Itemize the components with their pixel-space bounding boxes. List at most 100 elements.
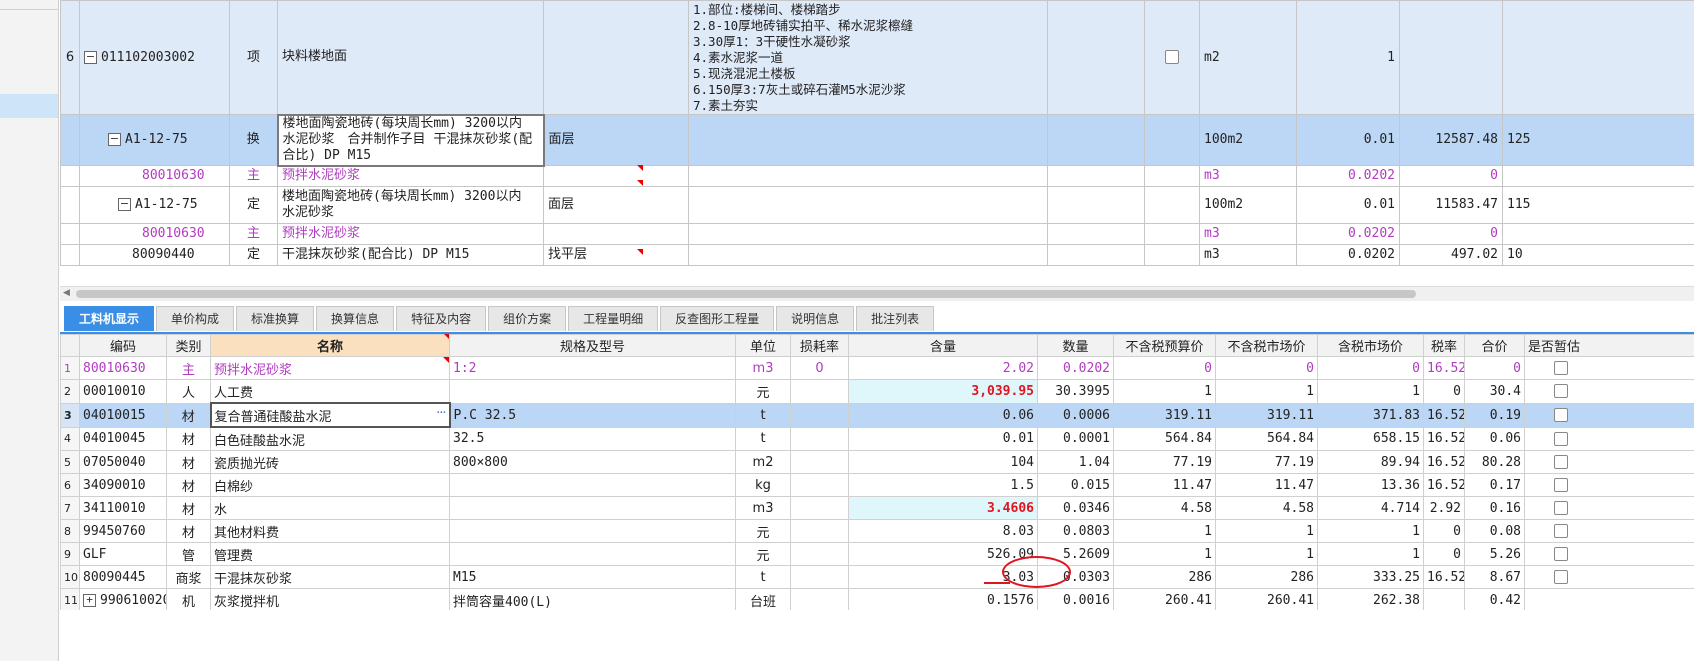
category-cell[interactable]: 机 xyxy=(166,588,211,610)
header-code[interactable]: 编码 xyxy=(79,334,167,357)
name-cell[interactable]: 白色硅酸盐水泥 xyxy=(210,426,450,451)
provisional-checkbox[interactable] xyxy=(1554,408,1568,422)
code-cell[interactable]: +990610020 xyxy=(79,588,167,610)
content-cell[interactable]: 3.4606 xyxy=(848,496,1038,520)
header-loss-rate[interactable]: 损耗率 xyxy=(790,334,849,357)
spec-cell[interactable] xyxy=(449,519,736,543)
checkbox[interactable] xyxy=(1165,50,1179,64)
spec-cell[interactable] xyxy=(449,542,736,566)
item-features[interactable] xyxy=(688,114,1048,166)
bill-row-6[interactable]: 6 −011102003002 项 块料楼地面 1.部位:楼梯间、楼梯踏步 2.… xyxy=(60,0,1694,115)
loss-rate-cell[interactable] xyxy=(790,426,849,451)
provisional-cell[interactable] xyxy=(1524,473,1694,497)
resource-row[interactable]: 10 80090445 商浆 干混抹灰砂浆 M15 t 3.03 0.0303 286 286 33… xyxy=(60,565,1694,589)
loss-rate-cell[interactable] xyxy=(790,542,849,566)
provisional-cell[interactable] xyxy=(1524,426,1694,451)
provisional-cell[interactable] xyxy=(1524,379,1694,404)
name-cell[interactable]: 其他材料费 xyxy=(210,519,450,543)
item-name-editor[interactable]: 楼地面陶瓷地砖(每块周长mm) 3200以内 水泥砂浆 合并制作子目 干混抹灰砂… xyxy=(276,113,545,167)
collapse-icon[interactable]: − xyxy=(108,133,121,146)
resource-row[interactable]: 7 34110010 材水 m3 3.4606 0.0346 4.58 4.58 4.714 2.… xyxy=(60,496,1694,520)
market-price-excl-tax-cell[interactable]: 286 xyxy=(1215,565,1318,589)
category-cell[interactable]: 管 xyxy=(166,542,211,566)
budget-price-excl-tax-cell[interactable]: 286 xyxy=(1113,565,1216,589)
item-name[interactable]: 预拌水泥砂浆 xyxy=(277,223,544,245)
budget-price-excl-tax-cell[interactable]: 1 xyxy=(1113,542,1216,566)
resource-row[interactable]: 11 +990610020 机灰浆搅拌机 拌筒容量400(L) 台班 0.1576 0.00… xyxy=(60,588,1694,610)
market-price-excl-tax-cell[interactable]: 0 xyxy=(1215,356,1318,380)
category-cell[interactable]: 材 xyxy=(166,519,211,543)
tab-description-info[interactable]: 说明信息 xyxy=(776,306,855,331)
market-price-incl-tax-cell[interactable]: 658.15 xyxy=(1317,426,1424,451)
total-cell[interactable]: 0.17 xyxy=(1464,473,1525,497)
tab-standard-conversion[interactable]: 标准换算 xyxy=(236,306,315,331)
quantity-cell[interactable]: 0.015 xyxy=(1037,473,1114,497)
category-cell[interactable]: 材 xyxy=(166,402,211,428)
provisional-checkbox[interactable] xyxy=(1554,478,1568,492)
header-content[interactable]: 含量 xyxy=(848,334,1038,357)
loss-rate-cell[interactable] xyxy=(790,450,849,474)
tax-rate-cell[interactable]: 0 xyxy=(1423,379,1465,404)
quantity[interactable]: 0.01 xyxy=(1296,114,1400,166)
content-cell[interactable]: 104 xyxy=(848,450,1038,474)
header-provisional[interactable]: 是否暂估 xyxy=(1524,334,1694,357)
name-cell[interactable]: 预拌水泥砂浆 xyxy=(210,356,450,380)
header-unit[interactable]: 单位 xyxy=(735,334,791,357)
tax-rate-cell[interactable]: 2.92 xyxy=(1423,496,1465,520)
code-cell[interactable]: 04010015 xyxy=(79,402,167,428)
collapse-icon[interactable]: − xyxy=(84,50,97,64)
spec-cell[interactable] xyxy=(449,496,736,520)
budget-price-excl-tax-cell[interactable]: 319.11 xyxy=(1113,402,1216,428)
market-price-incl-tax-cell[interactable]: 13.36 xyxy=(1317,473,1424,497)
item-features[interactable]: 1.部位:楼梯间、楼梯踏步 2.8-10厚地砖铺实拍平、稀水泥浆檫缝 3.30厚… xyxy=(688,0,1048,115)
category-cell[interactable]: 材 xyxy=(166,426,211,451)
budget-price-excl-tax-cell[interactable]: 0 xyxy=(1113,356,1216,380)
spec-cell[interactable]: 1:2 xyxy=(449,356,736,380)
provisional-checkbox[interactable] xyxy=(1554,570,1568,584)
provisional-cell[interactable] xyxy=(1524,496,1694,520)
resource-row[interactable]: 5 07050040 材瓷质抛光砖 800×800 m2 104 1.04 77.19 77.1… xyxy=(60,450,1694,474)
content-cell[interactable]: 8.03 xyxy=(848,519,1038,543)
unit-cell[interactable]: t xyxy=(735,402,791,428)
item-desc[interactable] xyxy=(543,223,689,245)
market-price-incl-tax-cell[interactable]: 262.38 xyxy=(1317,588,1424,610)
tax-rate-cell[interactable]: 16.52 xyxy=(1423,473,1465,497)
item-name[interactable]: 块料楼地面 xyxy=(277,0,544,115)
spec-cell[interactable]: 拌筒容量400(L) xyxy=(449,588,736,610)
quantity-cell[interactable]: 0.0001 xyxy=(1037,426,1114,451)
resource-row[interactable]: 9 GLF 管管理费元 526.09 5.2609 1 1 1 0 5.26 xyxy=(60,542,1694,566)
quantity[interactable]: 0.0202 xyxy=(1296,244,1400,266)
name-cell[interactable]: 白棉纱 xyxy=(210,473,450,497)
item-desc[interactable]: 面层 xyxy=(543,186,689,224)
total-cell[interactable]: 8.67 xyxy=(1464,565,1525,589)
item-features[interactable] xyxy=(688,223,1048,245)
market-price-incl-tax-cell[interactable]: 371.83 xyxy=(1317,402,1424,428)
bill-row-quota[interactable]: − A1-12-75 定 楼地面陶瓷地砖(每块周长mm) 3200以内 水泥砂浆 … xyxy=(60,186,1694,224)
tax-rate-cell[interactable] xyxy=(1423,588,1465,610)
total-cell[interactable]: 0.19 xyxy=(1464,402,1525,428)
code-cell[interactable]: 00010010 xyxy=(79,379,167,404)
category-cell[interactable]: 人 xyxy=(166,379,211,404)
header-quantity[interactable]: 数量 xyxy=(1037,334,1114,357)
market-price-incl-tax-cell[interactable]: 1 xyxy=(1317,379,1424,404)
category-cell[interactable]: 主 xyxy=(166,356,211,380)
loss-rate-cell[interactable] xyxy=(790,519,849,543)
horizontal-scrollbar[interactable]: ◀ xyxy=(60,286,1694,301)
unit-cell[interactable]: t xyxy=(735,565,791,589)
loss-rate-cell[interactable] xyxy=(790,473,849,497)
market-price-excl-tax-cell[interactable]: 4.58 xyxy=(1215,496,1318,520)
header-name[interactable]: 名称 xyxy=(210,334,450,357)
tax-rate-cell[interactable]: 16.52 xyxy=(1423,450,1465,474)
header-market-price-excl-tax[interactable]: 不含税市场价 xyxy=(1215,334,1318,357)
resource-row[interactable]: 6 34090010 材白棉纱 kg 1.5 0.015 11.47 11.47 13.36 16… xyxy=(60,473,1694,497)
tab-graphic-quantity-lookup[interactable]: 反查图形工程量 xyxy=(660,306,775,331)
total-cell[interactable]: 80.28 xyxy=(1464,450,1525,474)
tab-labor-material-machine[interactable]: 工料机显示 xyxy=(64,306,155,331)
header-market-price-incl-tax[interactable]: 含税市场价 xyxy=(1317,334,1424,357)
market-price-excl-tax-cell[interactable]: 1 xyxy=(1215,542,1318,566)
quantity-cell[interactable]: 0.0016 xyxy=(1037,588,1114,610)
name-cell[interactable]: 管理费 xyxy=(210,542,450,566)
quantity-cell[interactable]: 0.0346 xyxy=(1037,496,1114,520)
budget-price-excl-tax-cell[interactable]: 260.41 xyxy=(1113,588,1216,610)
content-cell[interactable]: 0.01 xyxy=(848,426,1038,451)
